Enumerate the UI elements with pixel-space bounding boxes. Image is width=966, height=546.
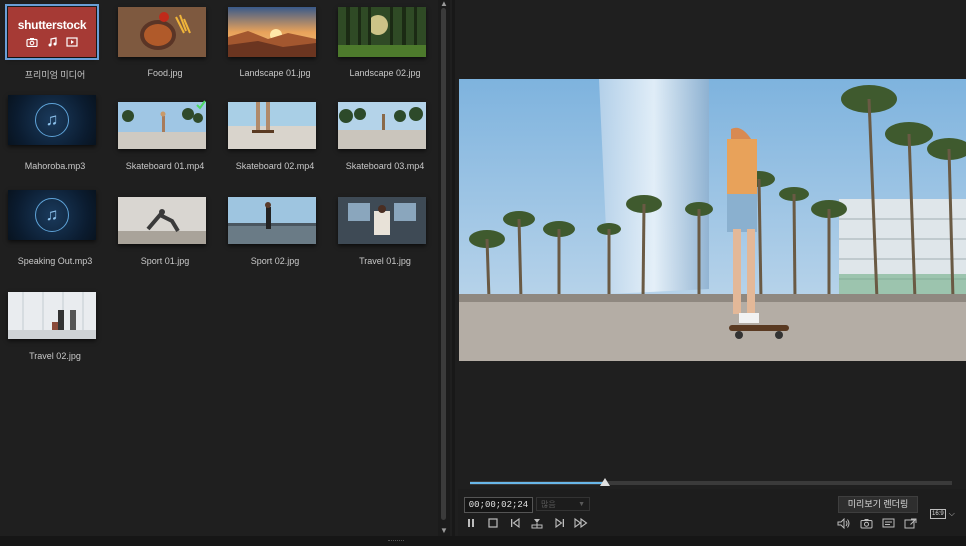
aspect-ratio-value: 16:9 bbox=[930, 508, 946, 519]
sport-01-thumbnail[interactable] bbox=[118, 197, 206, 244]
item-label: 프리미엄 미디어 bbox=[24, 70, 86, 80]
timeline-progress bbox=[470, 482, 605, 484]
external-window-icon bbox=[904, 518, 916, 528]
item-label: Skateboard 01.mp4 bbox=[125, 161, 205, 171]
render-preview-button[interactable]: 미리보기 렌더링 bbox=[838, 496, 918, 513]
timecode-display[interactable]: 00;00;02;24 bbox=[464, 497, 533, 513]
volume-button[interactable] bbox=[836, 516, 852, 530]
video-preview bbox=[459, 79, 966, 361]
item-label: Sport 02.jpg bbox=[250, 256, 300, 266]
scroll-down-arrow-icon[interactable]: ▼ bbox=[440, 526, 448, 535]
fast-forward-button[interactable] bbox=[573, 516, 589, 530]
item-label: Skateboard 03.mp4 bbox=[345, 161, 425, 171]
scroll-thumb[interactable] bbox=[441, 8, 446, 520]
item-label: Sport 01.jpg bbox=[140, 256, 190, 266]
item-label: Food.jpg bbox=[147, 68, 183, 78]
music-note-icon bbox=[48, 36, 57, 46]
item-label: Travel 01.jpg bbox=[359, 256, 411, 266]
stop-icon bbox=[488, 518, 498, 528]
landscape-02-thumbnail[interactable] bbox=[338, 7, 426, 57]
landscape-01-thumbnail[interactable] bbox=[228, 7, 316, 57]
sport-02-thumbnail[interactable] bbox=[228, 197, 316, 244]
previous-frame-icon bbox=[510, 518, 520, 528]
volume-icon bbox=[837, 517, 850, 529]
aspect-ratio-selector[interactable]: 16:9 ⌵ bbox=[930, 508, 955, 519]
media-library: shutterstock 프리미엄 미디어 Food.jpg Landscape… bbox=[0, 0, 437, 536]
chevron-down-icon: ⌵ bbox=[948, 508, 955, 518]
scroll-up-arrow-icon[interactable]: ▲ bbox=[440, 0, 448, 8]
next-frame-button[interactable] bbox=[551, 516, 567, 530]
item-label: Landscape 02.jpg bbox=[349, 68, 421, 78]
food-thumbnail[interactable] bbox=[118, 7, 206, 57]
travel-02-thumbnail[interactable] bbox=[8, 292, 96, 339]
stop-button[interactable] bbox=[485, 516, 501, 530]
item-label: Skateboard 02.mp4 bbox=[235, 161, 315, 171]
skateboard-03-thumbnail[interactable] bbox=[338, 102, 426, 149]
undock-preview-button[interactable] bbox=[902, 516, 918, 530]
item-label: Travel 02.jpg bbox=[29, 351, 81, 361]
shutterstock-thumbnail[interactable]: shutterstock bbox=[5, 4, 99, 60]
skateboard-01-thumbnail[interactable] bbox=[118, 102, 206, 149]
library-scrollbar[interactable]: ▲ ▼ bbox=[438, 0, 450, 536]
speaking-out-thumbnail[interactable]: ♫ bbox=[8, 190, 96, 240]
subtitles-icon bbox=[882, 518, 894, 528]
mahoroba-thumbnail[interactable]: ♫ bbox=[8, 95, 96, 145]
pause-icon bbox=[468, 519, 474, 527]
chevron-down-icon: ▼ bbox=[578, 501, 585, 508]
split-marker-icon bbox=[531, 518, 543, 528]
previous-frame-button[interactable] bbox=[507, 516, 523, 530]
drag-grip-icon[interactable] bbox=[388, 540, 404, 543]
skateboard-02-thumbnail[interactable] bbox=[228, 102, 316, 149]
item-label: Speaking Out.mp3 bbox=[17, 256, 93, 266]
camera-icon bbox=[860, 518, 872, 528]
fast-forward-icon bbox=[574, 518, 588, 528]
item-label: Landscape 01.jpg bbox=[239, 68, 311, 78]
subtitles-button[interactable] bbox=[880, 516, 896, 530]
item-label: Mahoroba.mp3 bbox=[24, 161, 86, 171]
snapshot-button[interactable] bbox=[858, 516, 874, 530]
preview-quality-dropdown[interactable]: 많음 ▼ bbox=[536, 497, 590, 511]
playhead-handle[interactable] bbox=[599, 478, 610, 486]
camera-icon bbox=[26, 37, 38, 47]
next-frame-icon bbox=[554, 518, 564, 528]
music-note-icon: ♫ bbox=[35, 103, 69, 137]
timeline-scrubber[interactable] bbox=[470, 478, 952, 486]
quality-value: 많음 bbox=[541, 500, 556, 509]
shutterstock-logo: shutterstock bbox=[17, 17, 87, 32]
video-play-icon bbox=[66, 36, 78, 47]
music-note-icon: ♫ bbox=[35, 198, 69, 232]
bottom-splitter[interactable] bbox=[0, 536, 966, 546]
pause-button[interactable] bbox=[463, 516, 479, 530]
travel-01-thumbnail[interactable] bbox=[338, 197, 426, 244]
check-mark-icon bbox=[196, 100, 206, 110]
split-button[interactable] bbox=[529, 516, 545, 530]
